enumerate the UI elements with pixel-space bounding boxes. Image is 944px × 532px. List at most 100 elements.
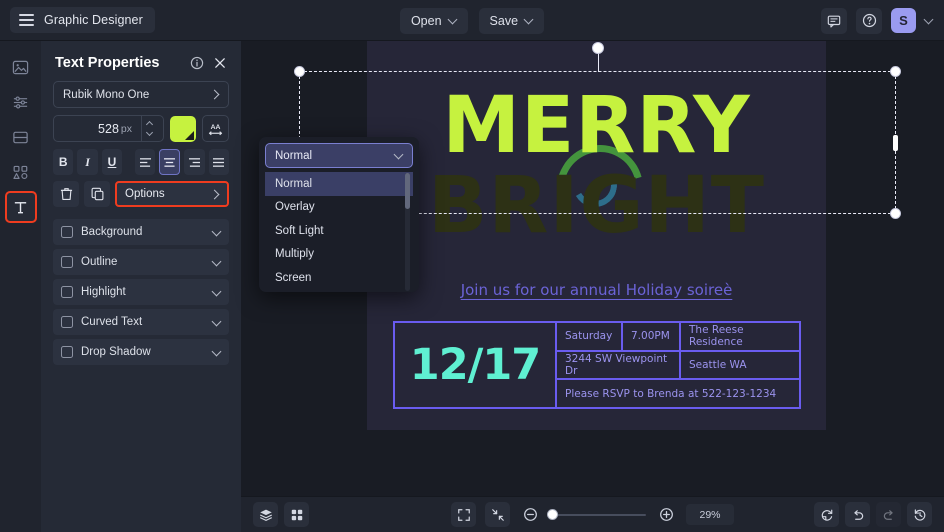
font-size-value: 528	[98, 121, 119, 136]
redo-button[interactable]	[876, 502, 901, 527]
chevron-down-icon[interactable]	[212, 228, 221, 237]
accordion-drop-shadow[interactable]: Drop Shadow	[53, 339, 229, 365]
layers-button[interactable]	[253, 502, 278, 527]
close-icon[interactable]	[213, 56, 227, 70]
text-color-swatch[interactable]	[170, 115, 196, 142]
accordion-highlight[interactable]: Highlight	[53, 279, 229, 305]
sidebar-item-image[interactable]	[5, 51, 37, 83]
undo-button[interactable]	[845, 502, 870, 527]
event-details-card[interactable]: 12/17 Saturday 7.00PM The Reese Residenc…	[393, 321, 801, 409]
curved-text-checkbox[interactable]	[61, 316, 73, 328]
text-format-row: B I U	[41, 149, 241, 175]
font-size-spinner[interactable]	[141, 116, 156, 141]
font-family-row: Rubik Mono One	[41, 81, 241, 108]
save-menu-button[interactable]: Save	[478, 7, 545, 34]
align-right-button[interactable]	[184, 149, 205, 175]
zoom-level-display[interactable]: 29%	[686, 504, 734, 525]
chevron-down-icon[interactable]	[212, 258, 221, 267]
drop-shadow-checkbox[interactable]	[61, 346, 73, 358]
resize-handle-top-left[interactable]	[294, 66, 305, 77]
zoom-out-icon	[523, 508, 537, 521]
shrink-button[interactable]	[485, 502, 510, 527]
resize-handle-right[interactable]	[893, 134, 898, 151]
zoom-slider-knob[interactable]	[547, 508, 558, 520]
align-left-button[interactable]	[134, 149, 156, 175]
options-button[interactable]: Options	[115, 181, 229, 207]
app-menu-button[interactable]: Graphic Designer	[10, 7, 155, 33]
outline-checkbox[interactable]	[61, 256, 73, 268]
sidebar-item-text[interactable]	[4, 191, 37, 223]
blend-mode-value: Normal	[275, 149, 313, 162]
text-effects-accordion-list: Background Outline Highlight Curved Text…	[41, 219, 241, 365]
avatar[interactable]: S	[891, 8, 916, 33]
accordion-curved-text[interactable]: Curved Text	[53, 309, 229, 335]
delete-button[interactable]	[53, 181, 79, 207]
svg-text:AA: AA	[211, 124, 221, 131]
accordion-background[interactable]: Background	[53, 219, 229, 245]
open-menu-button[interactable]: Open	[399, 7, 468, 34]
bold-button[interactable]: B	[53, 149, 74, 175]
fit-screen-icon	[457, 508, 470, 521]
align-justify-button[interactable]	[208, 149, 229, 175]
align-center-button[interactable]	[159, 149, 181, 175]
event-day: Saturday	[557, 323, 623, 350]
font-family-select[interactable]: Rubik Mono One	[53, 81, 229, 108]
panel-header: Text Properties	[41, 41, 241, 81]
history-button[interactable]	[907, 502, 932, 527]
resize-handle-top-right[interactable]	[890, 66, 901, 77]
blend-mode-option-overlay[interactable]: Overlay	[265, 196, 413, 220]
background-checkbox[interactable]	[61, 226, 73, 238]
layout-icon	[13, 131, 28, 143]
resize-handle-bottom-right[interactable]	[890, 208, 901, 219]
layers-icon	[259, 509, 272, 521]
chevron-down-icon[interactable]	[145, 128, 153, 137]
reset-button[interactable]	[814, 502, 839, 527]
zoom-in-button[interactable]	[655, 504, 677, 526]
help-button[interactable]	[856, 7, 882, 34]
top-bar: Graphic Designer	[0, 0, 944, 41]
reset-icon	[821, 509, 832, 521]
chevron-up-icon[interactable]	[145, 120, 153, 129]
blend-mode-option-screen[interactable]: Screen	[265, 266, 413, 290]
letter-spacing-button[interactable]: AA	[202, 115, 229, 142]
blend-mode-dropdown[interactable]: Normal Normal Overlay Soft Light Multipl…	[259, 137, 419, 292]
headline-top[interactable]: MERRY	[367, 87, 826, 165]
zoom-out-button[interactable]	[519, 504, 541, 526]
dropdown-scrollbar[interactable]	[405, 173, 410, 291]
blend-mode-option-multiply[interactable]: Multiply	[265, 243, 413, 267]
highlight-checkbox[interactable]	[61, 286, 73, 298]
headline-bottom[interactable]: BRIGHT	[367, 167, 826, 245]
sidebar-item-shapes[interactable]	[5, 156, 37, 188]
blend-mode-option-normal[interactable]: Normal	[265, 172, 413, 196]
chevron-down-icon[interactable]	[212, 288, 221, 297]
event-city: Seattle WA	[689, 359, 747, 371]
chevron-down-icon[interactable]	[925, 16, 934, 25]
accordion-outline[interactable]: Outline	[53, 249, 229, 275]
duplicate-button[interactable]	[84, 181, 110, 207]
font-size-row: 528 px AA	[41, 115, 241, 142]
event-info-grid: Saturday 7.00PM The Reese Residence 3244…	[557, 323, 799, 407]
subtitle-text[interactable]: Join us for our annual Holiday soireè	[367, 281, 826, 299]
artboard[interactable]: BRIGHT MERRY Join us for our annual Holi…	[367, 41, 826, 430]
dropdown-scrollbar-thumb[interactable]	[405, 173, 410, 209]
accordion-label: Curved Text	[81, 316, 143, 328]
chevron-down-icon[interactable]	[212, 318, 221, 327]
info-circle-icon[interactable]	[190, 56, 204, 70]
comment-button[interactable]	[821, 7, 847, 34]
blend-mode-option-soft-light[interactable]: Soft Light	[265, 219, 413, 243]
zoom-slider[interactable]	[547, 508, 646, 520]
blend-mode-select[interactable]: Normal	[265, 143, 413, 168]
table-row: 3244 SW Viewpoint Dr Seattle WA	[557, 351, 799, 381]
sidebar-item-adjustments[interactable]	[5, 86, 37, 118]
italic-button[interactable]: I	[77, 149, 98, 175]
font-size-stepper[interactable]: 528 px	[53, 115, 164, 142]
event-venue: The Reese Residence	[689, 324, 744, 349]
grid-button[interactable]	[284, 502, 309, 527]
sidebar-item-layout[interactable]	[5, 121, 37, 153]
fit-screen-button[interactable]	[451, 502, 476, 527]
accordion-label: Highlight	[81, 286, 126, 298]
underline-button[interactable]: U	[101, 149, 123, 175]
chevron-down-icon[interactable]	[212, 348, 221, 357]
font-family-value: Rubik Mono One	[63, 88, 150, 101]
